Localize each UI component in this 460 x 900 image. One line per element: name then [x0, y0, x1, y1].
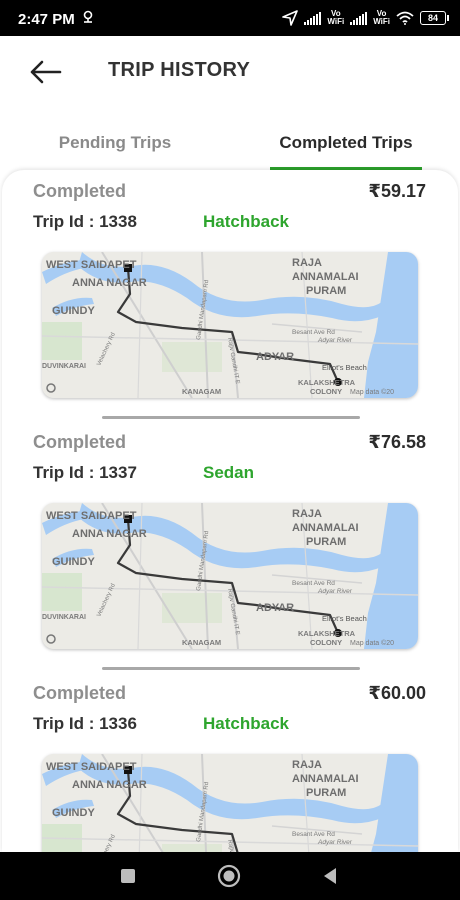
status-bar: 2:47 PM Vo WiFi Vo WiFi 84 — [0, 0, 460, 36]
map-label: ANNAMALAI — [292, 271, 359, 283]
map-label: ADYAR — [256, 602, 294, 614]
map-label: WEST SAIDAPET — [46, 510, 137, 522]
map-label: ANNA NAGAR — [72, 528, 147, 540]
navigation-arrow-icon — [282, 10, 299, 26]
trip-card[interactable]: Completed ₹59.17 Trip Id : 1338 Hatchbac… — [2, 170, 458, 421]
battery-icon: 84 — [420, 11, 449, 25]
map-label: WEST SAIDAPET — [46, 761, 137, 773]
map-svg: WEST SAIDAPET ANNA NAGAR RAJA ANNAMALAI … — [42, 754, 418, 852]
status-icons: Vo WiFi Vo WiFi 84 — [282, 8, 449, 28]
app-header: TRIP HISTORY — [0, 36, 460, 116]
map-label: RAJA — [292, 257, 322, 269]
signal-icon — [304, 11, 322, 25]
trip-id: Trip Id : 1337 — [33, 463, 137, 482]
trip-card[interactable]: Completed ₹60.00 Trip Id : 1336 Hatchbac… — [2, 672, 458, 852]
map-data-label: Map data ©20 — [350, 639, 394, 647]
trip-list[interactable]: Completed ₹59.17 Trip Id : 1338 Hatchbac… — [2, 170, 458, 852]
trip-fare: ₹59.17 — [368, 181, 426, 201]
map-label: COLONY — [310, 387, 342, 396]
vowifi-label-1: Vo WiFi — [327, 9, 345, 26]
trip-status: Completed — [33, 683, 127, 703]
back-triangle-icon[interactable] — [318, 864, 344, 888]
map-label: Besant Ave Rd — [292, 831, 335, 838]
trip-id: Trip Id : 1338 — [33, 212, 137, 231]
map-label: PURAM — [306, 285, 346, 297]
map-label: Adyar River — [317, 839, 353, 846]
trip-tabs: Pending Trips Completed Trips — [0, 125, 460, 170]
vehicle-type: Sedan — [203, 463, 255, 482]
map-label: ANNA NAGAR — [72, 277, 147, 289]
map-label: RAJA — [292, 759, 322, 771]
map-label: Adyar River — [317, 588, 353, 595]
map-label: KANAGAM — [182, 638, 221, 647]
map-label: DUVINKARAI — [42, 614, 86, 621]
map-label: DUVINKARAI — [42, 363, 86, 370]
map-label: Besant Ave Rd — [292, 329, 335, 336]
recents-square-icon[interactable] — [115, 864, 141, 888]
map-data-label: Map data ©20 — [350, 388, 394, 396]
route-map[interactable]: WEST SAIDAPET ANNA NAGAR RAJA ANNAMALAI … — [42, 252, 418, 398]
trip-id: Trip Id : 1336 — [33, 714, 137, 733]
map-label: WEST SAIDAPET — [46, 259, 137, 271]
card-divider — [102, 416, 360, 419]
map-label: ANNAMALAI — [292, 773, 359, 785]
vehicle-type: Hatchback — [203, 212, 289, 231]
vowifi-label-2: Vo WiFi — [373, 9, 390, 26]
location-icon — [83, 10, 93, 23]
wifi-icon — [396, 11, 414, 25]
status-time: 2:47 PM — [18, 11, 75, 28]
map-label: GUINDY — [52, 556, 95, 568]
map-label: PURAM — [306, 536, 346, 548]
system-nav-bar — [0, 852, 460, 900]
map-label: ADYAR — [256, 351, 294, 363]
map-label: ANNA NAGAR — [72, 779, 147, 791]
trip-fare: ₹76.58 — [368, 432, 426, 452]
map-label: KALAKSHETRA — [298, 378, 356, 387]
trip-card[interactable]: Completed ₹76.58 Trip Id : 1337 Sedan WE… — [2, 421, 458, 672]
map-svg: WEST SAIDAPET ANNA NAGAR RAJA ANNAMALAI … — [42, 503, 418, 649]
tab-pending-trips[interactable]: Pending Trips — [40, 125, 190, 167]
route-map[interactable]: WEST SAIDAPET ANNA NAGAR RAJA ANNAMALAI … — [42, 754, 418, 852]
trip-status: Completed — [33, 432, 127, 452]
trip-fare: ₹60.00 — [368, 683, 426, 703]
map-label: GUINDY — [52, 807, 95, 819]
map-label: ANNAMALAI — [292, 522, 359, 534]
map-label: RAJA — [292, 508, 322, 520]
map-label: Elliot's Beach — [322, 614, 367, 623]
route-map[interactable]: WEST SAIDAPET ANNA NAGAR RAJA ANNAMALAI … — [42, 503, 418, 649]
map-label: GUINDY — [52, 305, 95, 317]
map-label: PURAM — [306, 787, 346, 799]
map-label: Adyar River — [317, 337, 353, 344]
vehicle-type: Hatchback — [203, 714, 289, 733]
arrow-left-icon — [30, 60, 62, 84]
map-label: Elliot's Beach — [322, 363, 367, 372]
tab-completed-trips[interactable]: Completed Trips — [270, 125, 422, 170]
home-circle-icon[interactable] — [216, 864, 242, 888]
map-label: KANAGAM — [182, 387, 221, 396]
back-button[interactable] — [24, 56, 68, 88]
map-svg: WEST SAIDAPET ANNA NAGAR RAJA ANNAMALAI … — [42, 252, 418, 398]
map-label: KALAKSHETRA — [298, 629, 356, 638]
signal-icon — [350, 11, 368, 25]
card-divider — [102, 667, 360, 670]
trip-status: Completed — [33, 181, 127, 201]
page-title: TRIP HISTORY — [108, 59, 251, 81]
map-label: COLONY — [310, 638, 342, 647]
map-label: Besant Ave Rd — [292, 580, 335, 587]
